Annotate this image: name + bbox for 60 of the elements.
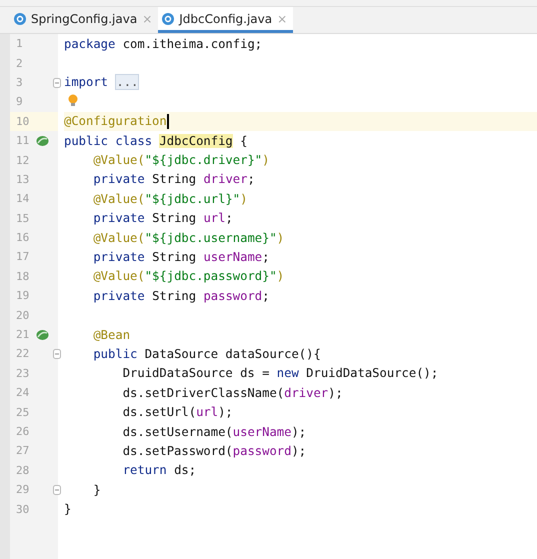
line-number: 24: [16, 386, 30, 400]
line-number: 18: [16, 270, 30, 283]
code-line: ds.setUsername(userName);: [122, 424, 306, 438]
code-line: DruidDataSource ds = new DruidDataSource();: [122, 366, 438, 380]
line-number: 11: [16, 134, 30, 148]
code-line: private String password;: [92, 288, 270, 303]
line-number: 16: [16, 231, 30, 244]
line-number: 27: [16, 444, 30, 458]
tab-label: SpringConfig.java: [31, 12, 138, 26]
line-number: 10: [16, 114, 30, 128]
code-line: @Value("${jdbc.username}"): [92, 230, 284, 245]
line-number: 29: [16, 483, 30, 496]
line-number: 13: [16, 172, 30, 186]
line-number: 1: [16, 37, 24, 50]
code-line: @Value("${jdbc.url}"): [92, 192, 248, 206]
lightbulb-icon[interactable]: [68, 94, 78, 108]
bean-icon[interactable]: [36, 134, 49, 147]
file-tab[interactable]: JdbcConfig.java ×: [158, 7, 294, 33]
class-icon: [162, 12, 174, 24]
code-line: @Bean: [92, 328, 130, 342]
line-number: 2: [16, 56, 24, 70]
line-number: 23: [16, 366, 30, 380]
code-line: @Value("${jdbc.password}"): [92, 269, 284, 284]
fold-icon[interactable]: [53, 349, 61, 360]
tab-label: JdbcConfig.java: [179, 12, 272, 26]
line-number: 20: [16, 308, 30, 322]
line-number: 30: [16, 502, 30, 516]
bean-icon[interactable]: [36, 328, 49, 341]
line-number: 3: [16, 76, 24, 89]
code-line: ds.setUrl(url);: [122, 405, 233, 420]
code-line: public class JdbcConfig {: [64, 134, 248, 148]
text-caret: [166, 114, 169, 129]
line-number: 14: [16, 192, 30, 206]
line-number: 28: [16, 464, 30, 477]
code-line: @Value("${jdbc.driver}"): [92, 153, 270, 168]
code-line: return ds;: [122, 463, 196, 478]
code-line: ds.setPassword(password);: [122, 444, 306, 458]
code-line: private String driver;: [92, 172, 255, 186]
code-line: }: [92, 482, 101, 497]
line-number: 25: [16, 406, 30, 419]
line-number: 15: [16, 212, 30, 225]
line-number: 9: [16, 95, 24, 108]
fold-icon[interactable]: [53, 78, 61, 88]
line-number: 19: [16, 289, 30, 302]
code-line: private String url;: [92, 211, 233, 226]
line-number: 17: [16, 250, 30, 264]
code-line: import ...: [64, 75, 140, 90]
code-line: ds.setDriverClassName(driver);: [122, 386, 343, 400]
code-line: package com.itheima.config;: [64, 36, 262, 51]
file-tab[interactable]: SpringConfig.java ×: [10, 7, 158, 33]
line-number: 22: [16, 347, 30, 360]
code-line: }: [64, 502, 72, 516]
fold-icon[interactable]: [53, 484, 61, 495]
line-number: 12: [16, 154, 30, 167]
code-line: private String userName;: [92, 250, 270, 264]
line-number: 21: [16, 328, 30, 342]
class-icon: [14, 12, 26, 24]
code-line: public DataSource dataSource(){: [92, 346, 321, 361]
code-line: @Configuration: [64, 114, 167, 128]
line-number: 26: [16, 425, 30, 438]
